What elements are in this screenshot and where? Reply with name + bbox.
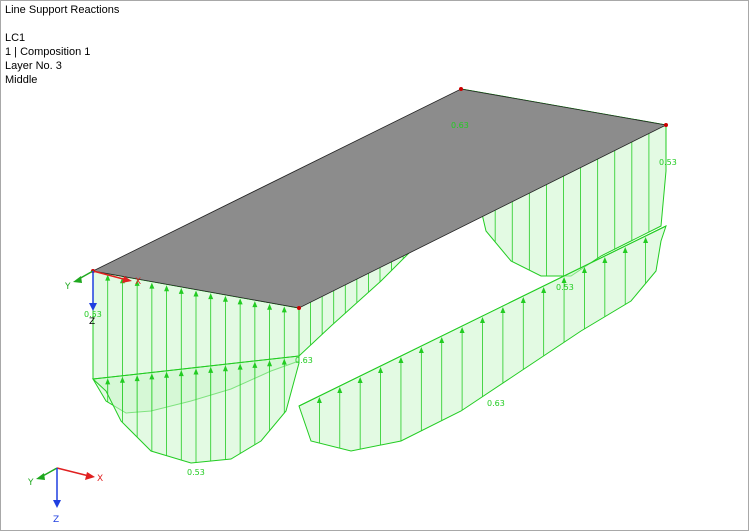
y-axis-arrow-icon <box>73 276 82 283</box>
plate-node[interactable] <box>664 123 668 127</box>
global-z-arrow-icon <box>53 500 61 508</box>
value-label-peak: 0.63 <box>451 121 469 130</box>
value-label-front-long: 0.63 <box>487 399 505 408</box>
value-label-right-mid: 0.53 <box>556 283 574 292</box>
global-x-label: X <box>97 474 103 484</box>
x-axis-label: X <box>135 277 141 287</box>
global-y-label: Y <box>27 478 34 488</box>
global-y-arrow-icon <box>36 473 45 480</box>
value-label-front-short: 0.53 <box>187 468 205 477</box>
value-label-right-end: 0.53 <box>659 158 677 167</box>
global-x-arrow-icon <box>85 472 95 480</box>
plate-node[interactable] <box>297 306 301 310</box>
global-z-label: Z <box>53 515 59 525</box>
y-axis-label: Y <box>64 282 71 292</box>
value-label-front-peak: 0.63 <box>295 356 313 365</box>
plate-node[interactable] <box>459 87 463 91</box>
value-label-left-end: 0.53 <box>84 310 102 319</box>
global-axes-icon: X Y Z <box>27 467 103 525</box>
3d-scene[interactable]: X Y Z X Y Z 0.63 0.53 0.53 0.63 0.53 0.6… <box>1 1 748 530</box>
model-viewport[interactable]: Line Support Reactions LC1 1 | Compositi… <box>0 0 749 531</box>
global-x-line <box>56 467 90 477</box>
